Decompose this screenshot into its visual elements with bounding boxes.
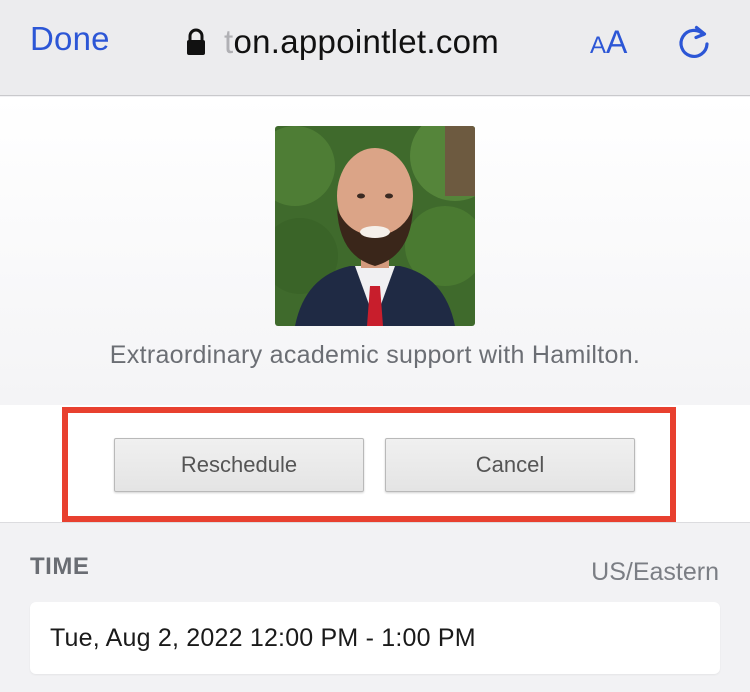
lock-icon [186,27,206,57]
time-card: Tue, Aug 2, 2022 12:00 PM - 1:00 PM [30,602,720,674]
reload-icon[interactable] [674,22,714,62]
done-button[interactable]: Done [30,20,110,58]
avatar [275,126,475,326]
browser-toolbar: Done ton.appointlet.com AA [0,0,750,96]
url-text: ton.appointlet.com [224,23,499,61]
event-title: Extraordinary academic support with Hami… [109,341,641,369]
time-section-label: TIME [30,553,90,580]
url-domain: on.appointlet.com [233,23,500,60]
appointment-time: Tue, Aug 2, 2022 12:00 PM - 1:00 PM [50,624,476,652]
timezone-label: US/Eastern [591,558,719,586]
text-size-button[interactable]: AA [590,24,627,61]
highlight-annotation [62,407,676,522]
action-bar: Reschedule Cancel [0,405,750,523]
address-bar[interactable]: ton.appointlet.com [186,18,499,66]
event-header: Extraordinary academic support with Hami… [0,97,750,405]
text-size-large-glyph: A [606,24,628,60]
text-size-small-glyph: A [590,32,607,59]
